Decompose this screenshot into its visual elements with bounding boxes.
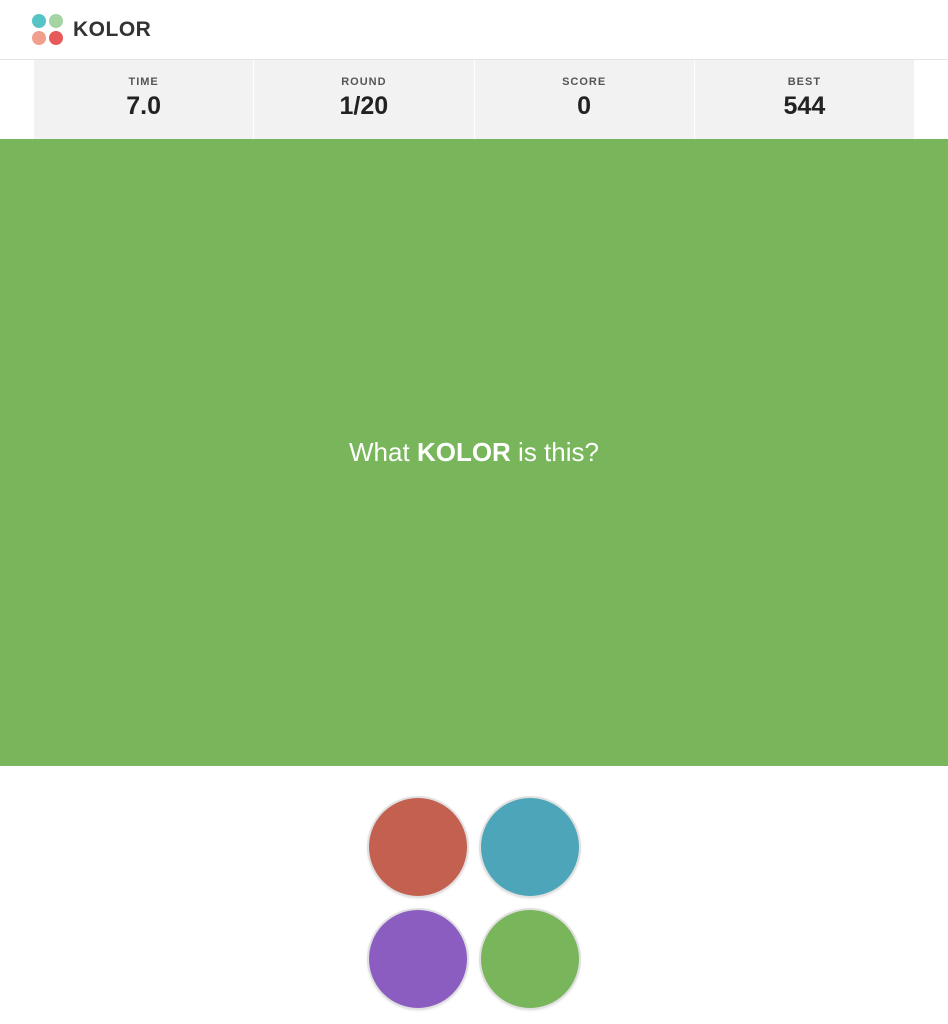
stat-time-label: TIME (34, 76, 253, 88)
logo-dots-icon (32, 14, 63, 45)
stat-score-label: SCORE (475, 76, 694, 88)
choice-teal[interactable] (479, 796, 581, 898)
choice-purple[interactable] (367, 908, 469, 1010)
stat-best-value: 544 (695, 92, 914, 121)
choice-red[interactable] (367, 796, 469, 898)
logo[interactable]: KOLOR (32, 14, 151, 45)
stat-score: SCORE 0 (475, 60, 695, 139)
stat-round-label: ROUND (254, 76, 473, 88)
color-choices (0, 766, 948, 1010)
target-color-area: What KOLOR is this? (0, 139, 948, 766)
stat-score-value: 0 (475, 92, 694, 121)
stat-time: TIME 7.0 (34, 60, 254, 139)
stat-time-value: 7.0 (34, 92, 253, 121)
brand-name: KOLOR (73, 18, 151, 42)
question-text: What KOLOR is this? (349, 437, 599, 468)
stats-bar: TIME 7.0 ROUND 1/20 SCORE 0 BEST 544 (0, 60, 948, 139)
question-post: is this? (511, 437, 599, 467)
choice-green[interactable] (479, 908, 581, 1010)
stat-best-label: BEST (695, 76, 914, 88)
stat-best: BEST 544 (695, 60, 914, 139)
question-pre: What (349, 437, 417, 467)
stat-round: ROUND 1/20 (254, 60, 474, 139)
question-bold: KOLOR (417, 437, 511, 467)
header: KOLOR (0, 0, 948, 60)
stat-round-value: 1/20 (254, 92, 473, 121)
